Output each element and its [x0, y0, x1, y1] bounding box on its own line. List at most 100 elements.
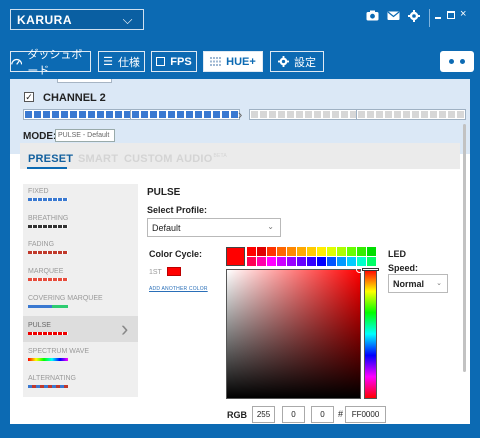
hex-hash-label: #	[338, 409, 344, 419]
active-tab-indicator	[27, 167, 67, 169]
effect-marquee[interactable]: MARQUEE	[28, 268, 63, 275]
current-color-swatch	[226, 247, 245, 266]
saturation-value-picker[interactable]	[226, 269, 361, 399]
speed-label: Speed:	[388, 263, 419, 273]
main-panel: ✓ CHANNEL 2 › MODE: PULSE - Default PRES…	[10, 79, 470, 424]
led-strip-2[interactable]	[130, 109, 240, 120]
tab-dashboard-label: ダッシュボード	[27, 48, 83, 77]
tab-hue-plus[interactable]: HUE+	[203, 51, 263, 72]
mail-icon[interactable]	[387, 10, 400, 24]
palette-swatch[interactable]	[297, 247, 306, 256]
effect-spectrum-wave-swatch	[28, 358, 68, 361]
tab-dashboard[interactable]: ダッシュボード	[10, 49, 91, 77]
hex-input[interactable]	[345, 406, 386, 423]
hue-slider[interactable]	[364, 269, 377, 399]
color-palette	[247, 247, 376, 266]
palette-swatch[interactable]	[247, 247, 256, 256]
device-name: KARURA	[17, 13, 72, 27]
color-cycle-label: Color Cycle:	[149, 249, 203, 259]
led-strip-3[interactable]	[249, 109, 359, 120]
palette-swatch[interactable]	[297, 257, 306, 266]
palette-swatch[interactable]	[287, 257, 296, 266]
effect-alternating-swatch	[28, 385, 68, 388]
effect-fixed[interactable]: FIXED	[28, 188, 49, 195]
blue-input[interactable]	[311, 406, 334, 423]
chevron-right-icon: ›	[121, 316, 129, 341]
palette-swatch[interactable]	[357, 247, 366, 256]
tab-audio-label: AUDIO	[176, 153, 213, 165]
palette-swatch[interactable]	[257, 257, 266, 266]
channel-checkbox[interactable]: ✓	[24, 92, 34, 102]
effect-covering-marquee[interactable]: COVERING MARQUEE	[28, 295, 103, 302]
palette-swatch[interactable]	[307, 247, 316, 256]
red-input[interactable]	[252, 406, 275, 423]
palette-swatch[interactable]	[317, 247, 326, 256]
title-divider	[429, 9, 430, 27]
led-strip-4[interactable]	[356, 109, 466, 120]
gear-icon[interactable]	[408, 10, 420, 25]
mode-value: PULSE - Default	[55, 129, 115, 142]
close-icon[interactable]: ×	[460, 8, 466, 20]
tab-custom[interactable]: CUSTOM	[124, 153, 173, 165]
hue-device-icon[interactable]	[440, 51, 474, 72]
palette-swatch[interactable]	[347, 257, 356, 266]
camera-icon[interactable]	[366, 10, 379, 24]
palette-swatch[interactable]	[267, 247, 276, 256]
tab-settings[interactable]: 設定	[270, 51, 324, 72]
palette-swatch[interactable]	[317, 257, 326, 266]
palette-swatch[interactable]	[367, 247, 376, 256]
palette-swatch[interactable]	[307, 257, 316, 266]
settings-gear-icon	[278, 56, 289, 67]
palette-swatch[interactable]	[287, 247, 296, 256]
add-another-color-link[interactable]: ADD ANOTHER COLOR	[149, 286, 208, 292]
minimize-icon[interactable]	[435, 17, 441, 19]
palette-swatch[interactable]	[267, 257, 276, 266]
tab-smart[interactable]: SMART	[78, 153, 118, 165]
palette-swatch[interactable]	[337, 247, 346, 256]
green-input[interactable]	[282, 406, 305, 423]
fps-square-icon	[156, 57, 166, 66]
palette-swatch[interactable]	[337, 257, 346, 266]
effect-pulse[interactable]: PULSE	[28, 322, 51, 329]
palette-swatch[interactable]	[367, 257, 376, 266]
list-icon: ☰	[103, 56, 113, 68]
palette-swatch[interactable]	[327, 247, 336, 256]
profile-select[interactable]: Default ⌄	[147, 218, 281, 237]
chevron-down-icon: ⌵	[122, 12, 133, 27]
channel-label: CHANNEL 2	[43, 92, 106, 104]
palette-swatch[interactable]	[357, 257, 366, 266]
chevron-right-icon[interactable]: ›	[238, 107, 242, 122]
tab-preset[interactable]: PRESET	[28, 153, 73, 165]
scrollbar[interactable]	[463, 124, 466, 372]
palette-swatch[interactable]	[327, 257, 336, 266]
effect-marquee-swatch	[28, 278, 68, 281]
palette-swatch[interactable]	[347, 247, 356, 256]
led-strip-1[interactable]	[23, 109, 133, 120]
effect-pulse-swatch	[28, 332, 68, 335]
tab-specs[interactable]: ☰ 仕様	[98, 51, 145, 72]
effect-alternating[interactable]: ALTERNATING	[28, 375, 76, 382]
restore-icon[interactable]	[447, 11, 455, 19]
dashboard-gauge-icon	[11, 58, 23, 65]
tab-fps[interactable]: FPS	[151, 51, 197, 72]
palette-swatch[interactable]	[277, 257, 286, 266]
first-color-swatch[interactable]	[167, 267, 181, 276]
effect-spectrum-wave[interactable]: SPECTRUM WAVE	[28, 348, 89, 355]
led-label: LED	[388, 249, 406, 259]
palette-swatch[interactable]	[277, 247, 286, 256]
device-selector[interactable]: KARURA ⌵	[10, 9, 144, 30]
rgb-label: RGB	[227, 410, 247, 420]
tab-audio[interactable]: AUDIOBETA	[176, 153, 227, 165]
effect-title: PULSE	[147, 187, 181, 198]
effect-fading-swatch	[28, 251, 68, 254]
effect-fading[interactable]: FADING	[28, 241, 54, 248]
speed-value: Normal	[393, 279, 425, 289]
chevron-down-icon: ⌄	[436, 280, 442, 287]
speed-select[interactable]: Normal ⌄	[388, 274, 448, 293]
palette-swatch[interactable]	[247, 257, 256, 266]
effect-breathing-swatch	[28, 225, 68, 228]
effect-breathing[interactable]: BREATHING	[28, 215, 68, 222]
hue-slider-handle[interactable]	[362, 268, 379, 271]
tab-specs-label: 仕様	[117, 56, 140, 69]
palette-swatch[interactable]	[257, 247, 266, 256]
